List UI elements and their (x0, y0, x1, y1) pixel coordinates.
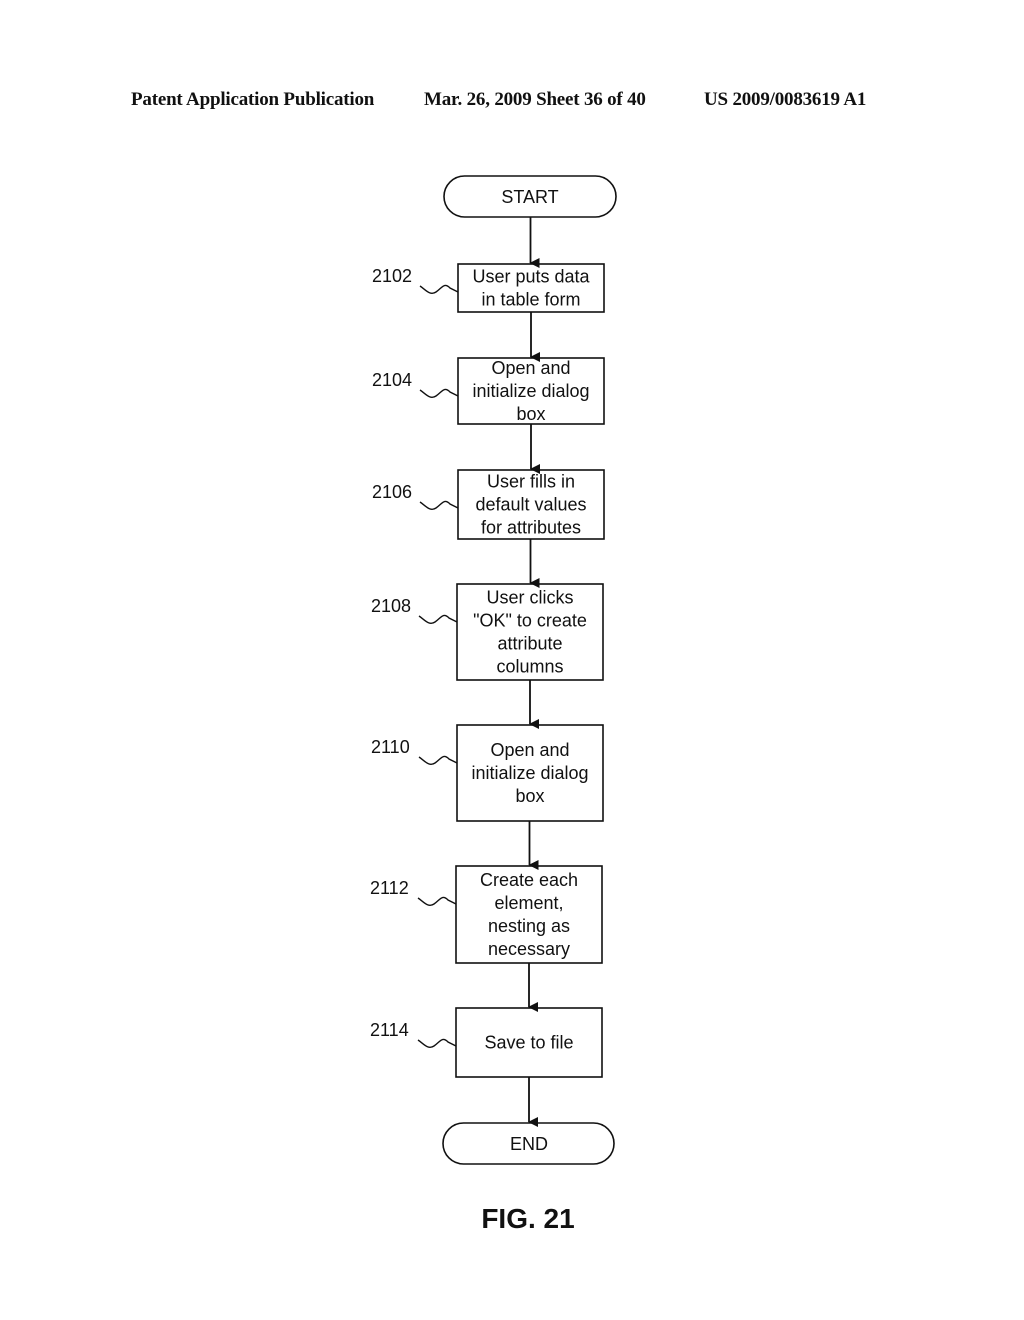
leader-line (417, 896, 457, 907)
reference-numeral: 2114 (370, 1020, 409, 1040)
process-box-text: necessary (488, 939, 570, 959)
reference-numeral: 2106 (372, 482, 412, 502)
reference-numeral: 2102 (372, 266, 412, 286)
process-box-text: box (516, 404, 545, 424)
process-box-text: default values (475, 495, 586, 515)
process-box-text: Open and (490, 740, 569, 760)
start-terminal: START (443, 175, 617, 218)
end-terminal: END (442, 1122, 615, 1165)
process-box-text: Save to file (484, 1033, 573, 1053)
reference-numeral: 2110 (371, 737, 410, 757)
process-step-2110: Open and initialize dialog box 2110 (371, 724, 604, 822)
process-box-text: Create each (480, 870, 578, 890)
process-box-text: columns (496, 657, 563, 677)
start-label: START (501, 187, 558, 207)
process-box-text: box (515, 786, 544, 806)
process-box-text: nesting as (488, 916, 570, 936)
process-box-text: Open and (491, 358, 570, 378)
leader-line (419, 284, 459, 295)
reference-numeral: 2108 (371, 596, 411, 616)
process-step-2108: User clicks "OK" to create attribute column… (371, 583, 604, 681)
process-step-2104: Open and initialize dialog box 2104 (372, 357, 605, 425)
leader-line (419, 388, 459, 399)
process-step-2102: User puts data in table form 2102 (372, 263, 605, 313)
reference-numeral: 2112 (370, 878, 409, 898)
leader-line (418, 755, 458, 766)
process-box-text: "OK" to create (473, 611, 587, 631)
process-step-2114: Save to file 2114 (370, 1007, 603, 1078)
figure-label: FIG. 21 (481, 1203, 574, 1234)
end-label: END (510, 1134, 548, 1154)
process-box-text: User fills in (487, 472, 575, 492)
process-box-text: initialize dialog (471, 763, 588, 783)
process-box-text: attribute (497, 634, 562, 654)
leader-line (419, 500, 459, 511)
process-box-text: element, (494, 893, 563, 913)
leader-line (417, 1038, 457, 1049)
process-box-text: for attributes (481, 518, 581, 538)
leader-line (418, 614, 458, 625)
flowchart: START User puts data in table form 2102 Ope… (370, 175, 617, 1234)
process-box-text: initialize dialog (472, 381, 589, 401)
process-box-text: in table form (481, 290, 580, 310)
process-box-text: User puts data (472, 267, 590, 287)
process-step-2112: Create each element, nesting as necessary 21… (370, 865, 603, 964)
reference-numeral: 2104 (372, 370, 412, 390)
process-step-2106: User fills in default values for attribute… (372, 469, 605, 540)
process-box-text: User clicks (486, 588, 573, 608)
